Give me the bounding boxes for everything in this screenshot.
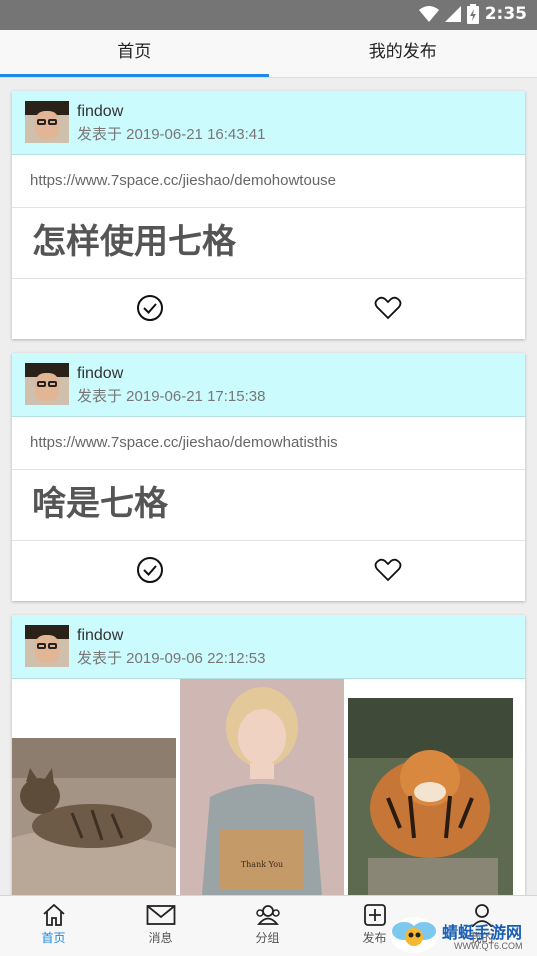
home-icon	[42, 903, 65, 926]
watermark-url: WWW.QT6.COM	[454, 941, 523, 951]
heart-icon[interactable]	[373, 555, 403, 585]
post-actions	[12, 541, 525, 601]
watermark-text: 蜻蜓手游网	[442, 923, 523, 942]
avatar[interactable]	[25, 101, 69, 143]
mail-icon	[146, 905, 175, 925]
dragonfly-logo	[390, 917, 438, 953]
wifi-icon	[418, 6, 439, 22]
post-card: findow 发表于 2019-06-21 16:43:41 https://w…	[12, 91, 525, 339]
post-author[interactable]: findow	[77, 103, 123, 121]
nav-label: 消息	[148, 931, 173, 945]
group-icon	[255, 905, 280, 925]
post-link[interactable]: https://www.7space.cc/jieshao/demohowtou…	[12, 155, 525, 208]
check-circle-icon[interactable]	[135, 555, 165, 585]
tab-home[interactable]: 首页	[0, 30, 269, 77]
post-timestamp: 发表于 2019-09-06 22:12:53	[77, 650, 266, 667]
top-tabs: 首页 我的发布	[0, 30, 537, 78]
post-header: findow 发表于 2019-06-21 16:43:41	[12, 91, 525, 155]
nav-item-messages[interactable]: 消息	[107, 896, 214, 956]
tiger-photo[interactable]	[348, 698, 513, 895]
post-author[interactable]: findow	[77, 627, 123, 645]
battery-icon	[466, 4, 479, 24]
post-actions	[12, 279, 525, 339]
post-link[interactable]: https://www.7space.cc/jieshao/demowhatis…	[12, 417, 525, 470]
post-timestamp: 发表于 2019-06-21 16:43:41	[77, 126, 266, 143]
nav-label: 首页	[41, 931, 66, 945]
heart-icon[interactable]	[373, 293, 403, 323]
check-circle-icon[interactable]	[135, 293, 165, 323]
watermark: 蜻蜓手游网 WWW.QT6.COM	[388, 915, 537, 956]
person-photo[interactable]: Thank You	[180, 679, 344, 895]
photo-caption: Thank You	[241, 860, 283, 869]
nav-item-home[interactable]: 首页	[0, 896, 107, 956]
status-time: 2:35	[484, 4, 527, 24]
tab-my-posts[interactable]: 我的发布	[269, 30, 537, 77]
nav-label: 分组	[255, 931, 280, 945]
post-card: findow 发表于 2019-06-21 17:15:38 https://w…	[12, 353, 525, 601]
signal-icon	[444, 6, 461, 22]
post-header: findow 发表于 2019-06-21 17:15:38	[12, 353, 525, 417]
cat-photo[interactable]	[12, 738, 176, 895]
nav-item-groups[interactable]: 分组	[214, 896, 321, 956]
avatar[interactable]	[25, 363, 69, 405]
post-photos: Thank You	[12, 679, 525, 895]
post-title[interactable]: 啥是七格	[12, 470, 525, 541]
plus-square-icon	[363, 904, 386, 926]
avatar[interactable]	[25, 625, 69, 667]
post-title[interactable]: 怎样使用七格	[12, 208, 525, 279]
post-card: findow 发表于 2019-09-06 22:12:53 Thank You	[12, 615, 525, 895]
post-header: findow 发表于 2019-09-06 22:12:53	[12, 615, 525, 679]
post-timestamp: 发表于 2019-06-21 17:15:38	[77, 388, 266, 405]
status-bar: 2:35	[0, 0, 537, 30]
post-author[interactable]: findow	[77, 365, 123, 383]
post-feed[interactable]: findow 发表于 2019-06-21 16:43:41 https://w…	[0, 79, 537, 895]
